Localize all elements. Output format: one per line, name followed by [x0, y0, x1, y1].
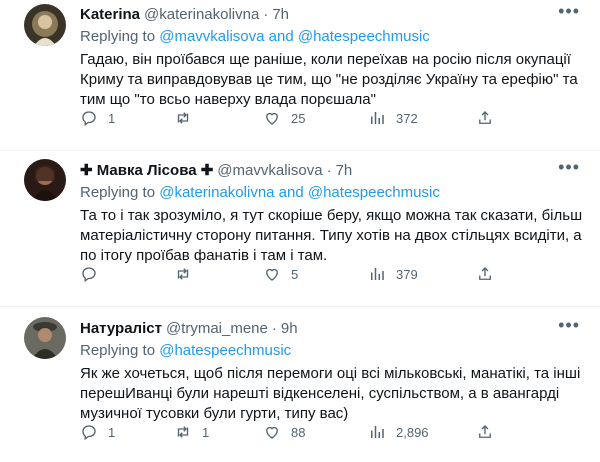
more-icon[interactable]: ••• — [558, 158, 580, 176]
like-button[interactable]: 88 — [263, 422, 305, 442]
like-icon — [266, 268, 278, 281]
reply-count: 1 — [108, 110, 116, 126]
views-button[interactable]: 379 — [368, 264, 418, 284]
retweet-button[interactable]: 1 — [174, 422, 209, 442]
tweet-text: Та то і так зрозуміло, я тут скоріше бер… — [80, 207, 583, 264]
tweet-text: Гадаю, він проїбався ще раніше, коли пер… — [80, 51, 578, 108]
share-icon — [479, 425, 491, 438]
user-handle[interactable]: @mavvkalisova — [217, 162, 322, 179]
timestamp[interactable]: 7h — [272, 6, 289, 23]
mention-link[interactable]: @mavvkalisova and @hatespeechmusic — [159, 28, 430, 45]
separator-dot: · — [271, 319, 277, 337]
timestamp[interactable]: 7h — [336, 162, 353, 179]
replying-to: Replying to @katerinakolivna and @hatesp… — [80, 184, 588, 204]
tweet-text: Як же хочеться, щоб після перемоги оці в… — [80, 365, 581, 422]
views-button[interactable]: 372 — [368, 108, 418, 128]
like-count: 88 — [291, 424, 306, 440]
mention-link[interactable]: @katerinakolivna and @hatespeechmusic — [159, 184, 440, 201]
views-count: 372 — [396, 110, 418, 126]
like-count: 25 — [291, 110, 306, 126]
tweet[interactable]: Katerina @katerinakolivna · 7h ••• Reply… — [0, 0, 600, 150]
avatar[interactable] — [24, 4, 66, 46]
display-name[interactable]: Katerina — [80, 6, 140, 23]
replying-to: Replying to @hatespeechmusic — [80, 342, 588, 362]
reply-count: 1 — [108, 424, 116, 440]
like-count: 5 — [291, 266, 299, 282]
tweet[interactable]: ✚ Мавка Лісова ✚ @mavvkalisova · 7h ••• … — [0, 151, 600, 301]
share-button[interactable] — [476, 108, 494, 128]
avatar[interactable] — [24, 317, 66, 359]
share-button[interactable] — [476, 264, 494, 284]
like-button[interactable]: 5 — [263, 264, 298, 284]
views-count: 379 — [396, 266, 418, 282]
reply-button[interactable]: 1 — [80, 108, 115, 128]
share-icon — [479, 111, 491, 124]
more-icon[interactable]: ••• — [558, 316, 580, 334]
views-icon — [371, 426, 384, 438]
retweet-button[interactable] — [174, 108, 202, 128]
views-button[interactable]: 2,896 — [368, 422, 429, 442]
separator-dot: · — [326, 161, 332, 179]
reply-icon — [82, 111, 96, 127]
replying-to: Replying to @mavvkalisova and @hatespeec… — [80, 28, 588, 48]
like-icon — [266, 426, 278, 439]
more-icon[interactable]: ••• — [558, 2, 580, 20]
replying-prefix: Replying to — [80, 184, 160, 201]
tweet[interactable]: Натураліст @trymai_mene · 9h ••• Replyin… — [0, 307, 600, 462]
mention-link[interactable]: @hatespeechmusic — [159, 342, 291, 359]
reply-icon — [82, 425, 96, 441]
views-count: 2,896 — [396, 424, 429, 440]
replying-prefix: Replying to — [80, 342, 160, 359]
reply-icon — [82, 267, 96, 283]
avatar[interactable] — [24, 159, 66, 201]
retweet-icon — [177, 112, 189, 124]
retweet-count: 1 — [202, 424, 210, 440]
reply-button[interactable] — [80, 264, 108, 284]
retweet-icon — [177, 268, 189, 280]
share-icon — [479, 267, 491, 280]
retweet-button[interactable] — [174, 264, 202, 284]
user-handle[interactable]: @trymai_mene — [166, 320, 268, 337]
like-icon — [266, 112, 278, 125]
separator-dot: · — [263, 5, 269, 23]
display-name[interactable]: Натураліст — [80, 320, 162, 337]
share-button[interactable] — [476, 422, 494, 442]
like-button[interactable]: 25 — [263, 108, 305, 128]
user-handle[interactable]: @katerinakolivna — [144, 6, 259, 23]
display-name[interactable]: ✚ Мавка Лісова ✚ — [80, 161, 213, 179]
views-icon — [371, 268, 384, 280]
retweet-icon — [177, 426, 189, 438]
timestamp[interactable]: 9h — [281, 320, 298, 337]
views-icon — [371, 112, 384, 124]
reply-button[interactable]: 1 — [80, 422, 115, 442]
replying-prefix: Replying to — [80, 28, 160, 45]
